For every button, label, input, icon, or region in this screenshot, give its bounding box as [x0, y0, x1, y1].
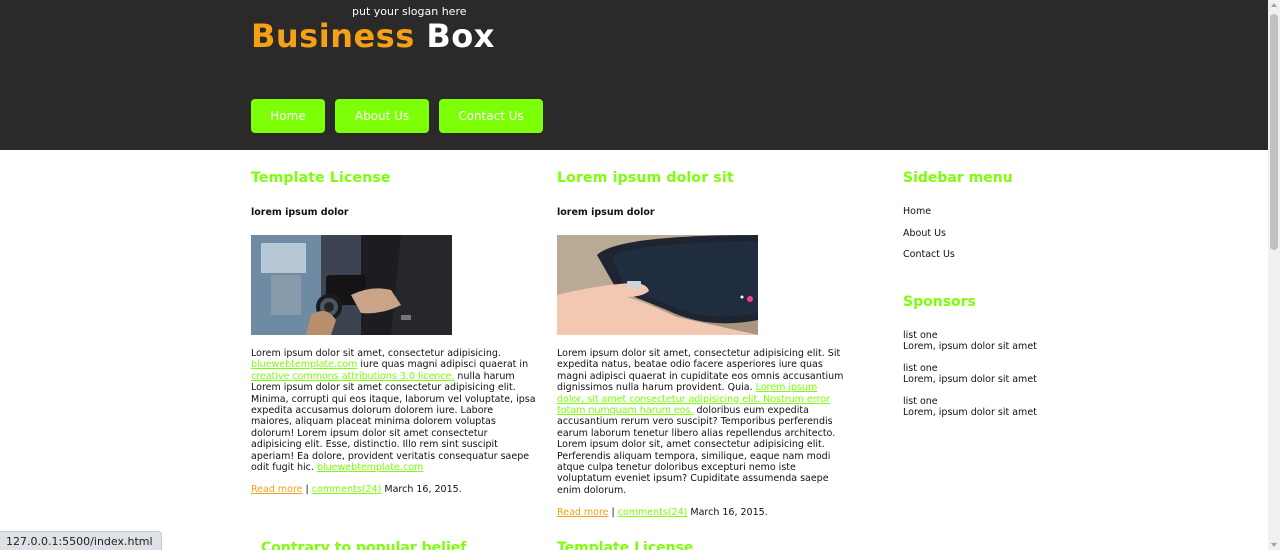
- post-link[interactable]: bluewebtemplate.com: [317, 462, 423, 473]
- bottom-middle-title[interactable]: Template License: [557, 540, 693, 550]
- site-logo[interactable]: Business Box: [251, 17, 495, 55]
- site-header: put your slogan here Business Box Home A…: [0, 0, 1268, 150]
- post-link[interactable]: bluewebtemplate.com: [251, 359, 357, 370]
- sidebar-item-contact[interactable]: Contact Us: [903, 249, 1103, 271]
- read-more-link[interactable]: Read more: [557, 507, 609, 518]
- post-2: Lorem ipsum dolor sit lorem ipsum dolor …: [557, 170, 847, 518]
- post-text: iure quas magni adipisci quaerat in: [357, 359, 529, 371]
- scroll-thumb[interactable]: [1270, 14, 1278, 250]
- sidebar-menu-title: Sidebar menu: [903, 170, 1013, 186]
- sponsor-item: list one Lorem, ipsum dolor sit amet: [903, 363, 1103, 386]
- camera-photo-icon: [251, 235, 452, 335]
- post-image-tablet: [557, 235, 758, 335]
- scroll-up-icon[interactable]: [1271, 3, 1277, 7]
- post-body: Lorem ipsum dolor sit amet, consectetur …: [557, 348, 847, 496]
- post-body: Lorem ipsum dolor sit amet, consectetur …: [251, 348, 536, 473]
- nav-about-button[interactable]: About Us: [335, 99, 429, 133]
- nav-contact-button[interactable]: Contact Us: [439, 99, 543, 133]
- post-meta: Read more | comments(24) March 16, 2015.: [557, 507, 847, 518]
- meta-separator: |: [305, 484, 309, 496]
- status-bar-url: 127.0.0.1:5500/index.html: [0, 531, 162, 550]
- post-1: Template License lorem ipsum dolor Lorem…: [251, 170, 536, 495]
- post-subtitle: lorem ipsum dolor: [251, 207, 349, 218]
- post-text: nulla harum Lorem ipsum dolor sit amet c…: [251, 370, 536, 474]
- sponsor-name: list one: [903, 395, 938, 407]
- comments-link[interactable]: comments(24): [618, 507, 688, 518]
- scroll-down-icon[interactable]: [1271, 543, 1277, 547]
- sponsor-desc: Lorem, ipsum dolor sit amet: [903, 341, 1037, 352]
- sponsor-name: list one: [903, 362, 938, 374]
- post-text: doloribus eum expedita accusantium rerum…: [557, 405, 836, 496]
- page-scrollbar[interactable]: [1268, 0, 1280, 550]
- post-title[interactable]: Template License: [251, 170, 536, 186]
- sponsor-item: list one Lorem, ipsum dolor sit amet: [903, 330, 1103, 353]
- tablet-photo-icon: [557, 235, 758, 335]
- post-subtitle: lorem ipsum dolor: [557, 207, 655, 218]
- post-image-camera: [251, 235, 452, 335]
- sponsors-list: list one Lorem, ipsum dolor sit amet lis…: [903, 330, 1103, 419]
- post-text: Lorem ipsum dolor sit amet, consectetur …: [251, 348, 501, 359]
- sponsor-item: list one Lorem, ipsum dolor sit amet: [903, 396, 1103, 419]
- sponsors-title: Sponsors: [903, 293, 976, 310]
- bottom-left-title[interactable]: Contrary to popular belief: [261, 540, 466, 550]
- sidebar-menu: Home About Us Contact Us: [903, 206, 1103, 271]
- post-date: March 16, 2015.: [384, 484, 462, 496]
- sponsor-desc: Lorem, ipsum dolor sit amet: [903, 374, 1037, 385]
- sidebar-item-home[interactable]: Home: [903, 206, 1103, 228]
- logo-business: Business: [251, 17, 415, 55]
- post-date: March 16, 2015.: [690, 507, 768, 519]
- sidebar-item-about[interactable]: About Us: [903, 228, 1103, 250]
- post-title[interactable]: Lorem ipsum dolor sit: [557, 170, 847, 186]
- meta-separator: |: [611, 507, 615, 519]
- comments-link[interactable]: comments(24): [312, 484, 382, 495]
- sponsor-desc: Lorem, ipsum dolor sit amet: [903, 407, 1037, 418]
- sidebar: Sidebar menu Home About Us Contact Us Sp…: [903, 170, 1103, 429]
- read-more-link[interactable]: Read more: [251, 484, 303, 495]
- post-link[interactable]: creative commons attributions 3.0 licenc…: [251, 371, 454, 382]
- post-meta: Read more | comments(24) March 16, 2015.: [251, 484, 536, 495]
- nav-home-button[interactable]: Home: [251, 99, 325, 133]
- sponsor-name: list one: [903, 329, 938, 341]
- logo-box: Box: [426, 17, 495, 55]
